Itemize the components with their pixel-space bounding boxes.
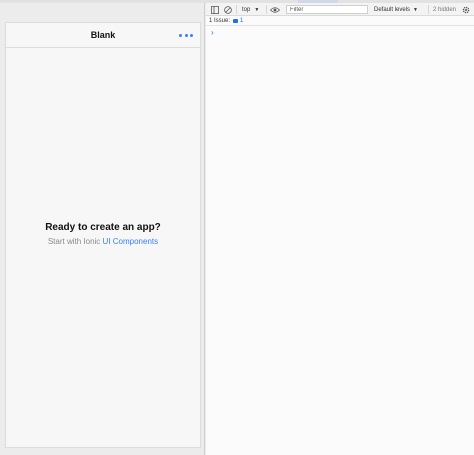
filter-input[interactable]: [286, 5, 368, 14]
dropdown-arrow-icon: ▼: [254, 6, 260, 13]
app-viewport: Blank Ready to create an app? Start with…: [5, 22, 201, 448]
issues-bar: 1 Issue: 1: [206, 16, 474, 26]
toolbar-separator: [428, 5, 429, 14]
issues-label: 1 Issue:: [209, 18, 231, 24]
hidden-count: 2 hidden: [433, 6, 457, 13]
app-title: Blank: [90, 30, 116, 40]
more-icon[interactable]: [179, 30, 193, 40]
context-selector[interactable]: top ▼: [242, 3, 259, 16]
context-label: top: [242, 6, 251, 13]
console-prompt[interactable]: ›: [206, 27, 474, 39]
empty-state-heading: Ready to create an app?: [45, 222, 161, 233]
subtitle-text: Start with Ionic: [47, 237, 101, 246]
app-toolbar: Blank: [6, 23, 200, 48]
log-levels-dropdown[interactable]: Default levels ▼: [374, 3, 418, 16]
device-emulation-pane: Blank Ready to create an app? Start with…: [0, 3, 205, 455]
dropdown-arrow-icon: ▼: [413, 6, 418, 13]
issues-button[interactable]: 1 Issue: 1: [209, 17, 243, 25]
devtools-console: top ▼ Default levels ▼ 2 hidden 1 Issue:…: [206, 3, 474, 455]
prompt-chevron-icon: ›: [211, 28, 214, 37]
issue-count: 1: [240, 18, 244, 24]
empty-state: Ready to create an app? Start with Ionic…: [6, 221, 200, 248]
sidebar-toggle-icon[interactable]: [211, 3, 219, 16]
gear-icon[interactable]: [462, 3, 470, 16]
console-toolbar: top ▼ Default levels ▼ 2 hidden: [206, 3, 474, 16]
ui-components-link[interactable]: UI Components: [103, 237, 159, 246]
toolbar-separator: [266, 5, 267, 14]
message-icon: [233, 19, 239, 23]
log-levels-label: Default levels: [374, 6, 411, 13]
toolbar-separator: [236, 5, 237, 14]
empty-state-subtitle: Start with Ionic UI Components: [6, 236, 200, 248]
clear-console-icon[interactable]: [224, 3, 232, 16]
eye-icon[interactable]: [270, 3, 280, 16]
issue-badge: 1: [233, 18, 243, 24]
